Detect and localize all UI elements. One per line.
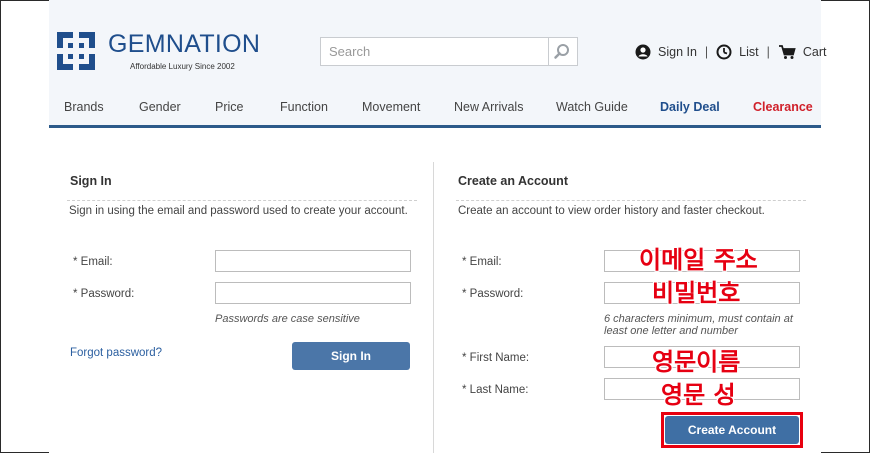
cart-label: Cart <box>802 45 827 59</box>
search-input[interactable] <box>321 38 549 65</box>
annotation-first-name: 영문이름 <box>652 348 741 376</box>
logo-name[interactable]: GEMNATION <box>108 30 260 59</box>
signin-password-hint: Passwords are case sensitive <box>215 313 360 325</box>
search-button[interactable] <box>548 38 577 65</box>
divider <box>456 200 806 201</box>
nav-item-daily-deal[interactable]: Daily Deal <box>660 100 720 114</box>
first-name-label: * First Name: <box>462 352 530 364</box>
account-links: Sign In | List | Cart <box>635 43 827 61</box>
signin-title: Sign In <box>70 174 112 188</box>
create-description: Create an account to view order history … <box>458 205 765 217</box>
forgot-password-link[interactable]: Forgot password? <box>70 347 162 359</box>
nav-item-brands[interactable]: Brands <box>64 100 104 114</box>
sign-in-label: Sign In <box>658 45 697 59</box>
nav-item-function[interactable]: Function <box>280 100 328 114</box>
separator: | <box>704 45 709 59</box>
create-email-label: * Email: <box>462 256 502 268</box>
annotation-password: 비밀번호 <box>652 279 741 307</box>
logo-icon[interactable] <box>57 32 95 70</box>
nav-item-price[interactable]: Price <box>215 100 243 114</box>
last-name-label: * Last Name: <box>462 384 529 396</box>
user-icon <box>635 44 651 60</box>
nav-item-gender[interactable]: Gender <box>139 100 181 114</box>
logo-tagline: Affordable Luxury Since 2002 <box>130 62 235 71</box>
sign-in-link[interactable]: Sign In <box>635 44 697 60</box>
search-box <box>320 37 578 66</box>
panel-divider <box>433 162 434 453</box>
annotation-email: 이메일 주소 <box>639 246 758 274</box>
sign-in-button[interactable]: Sign In <box>292 342 410 370</box>
clock-icon <box>716 44 732 60</box>
list-label: List <box>739 45 759 59</box>
signin-password-label: * Password: <box>73 288 135 300</box>
nav-underline <box>49 125 821 128</box>
separator: | <box>766 45 770 59</box>
nav-item-new-arrivals[interactable]: New Arrivals <box>454 100 523 114</box>
list-link[interactable]: List <box>716 44 759 60</box>
signin-description: Sign in using the email and password use… <box>69 205 408 217</box>
nav-item-clearance[interactable]: Clearance <box>753 100 813 114</box>
cart-icon <box>778 45 796 59</box>
nav-item-movement[interactable]: Movement <box>362 100 420 114</box>
divider <box>67 200 417 201</box>
cart-link[interactable]: Cart <box>778 44 827 60</box>
nav-item-watch-guide[interactable]: Watch Guide <box>556 100 628 114</box>
annotation-last-name: 영문 성 <box>661 381 736 409</box>
create-title: Create an Account <box>458 174 568 188</box>
signin-email-field[interactable] <box>215 250 411 272</box>
create-password-label: * Password: <box>462 288 524 300</box>
main-nav: Brands Gender Price Function Movement Ne… <box>49 100 821 122</box>
highlight-box <box>661 412 803 448</box>
create-password-hint: 6 characters minimum, must contain at le… <box>604 313 793 337</box>
signin-email-label: * Email: <box>73 256 113 268</box>
page: GEMNATION Affordable Luxury Since 2002 S… <box>49 0 827 453</box>
search-icon <box>554 44 569 59</box>
signin-password-field[interactable] <box>215 282 411 304</box>
